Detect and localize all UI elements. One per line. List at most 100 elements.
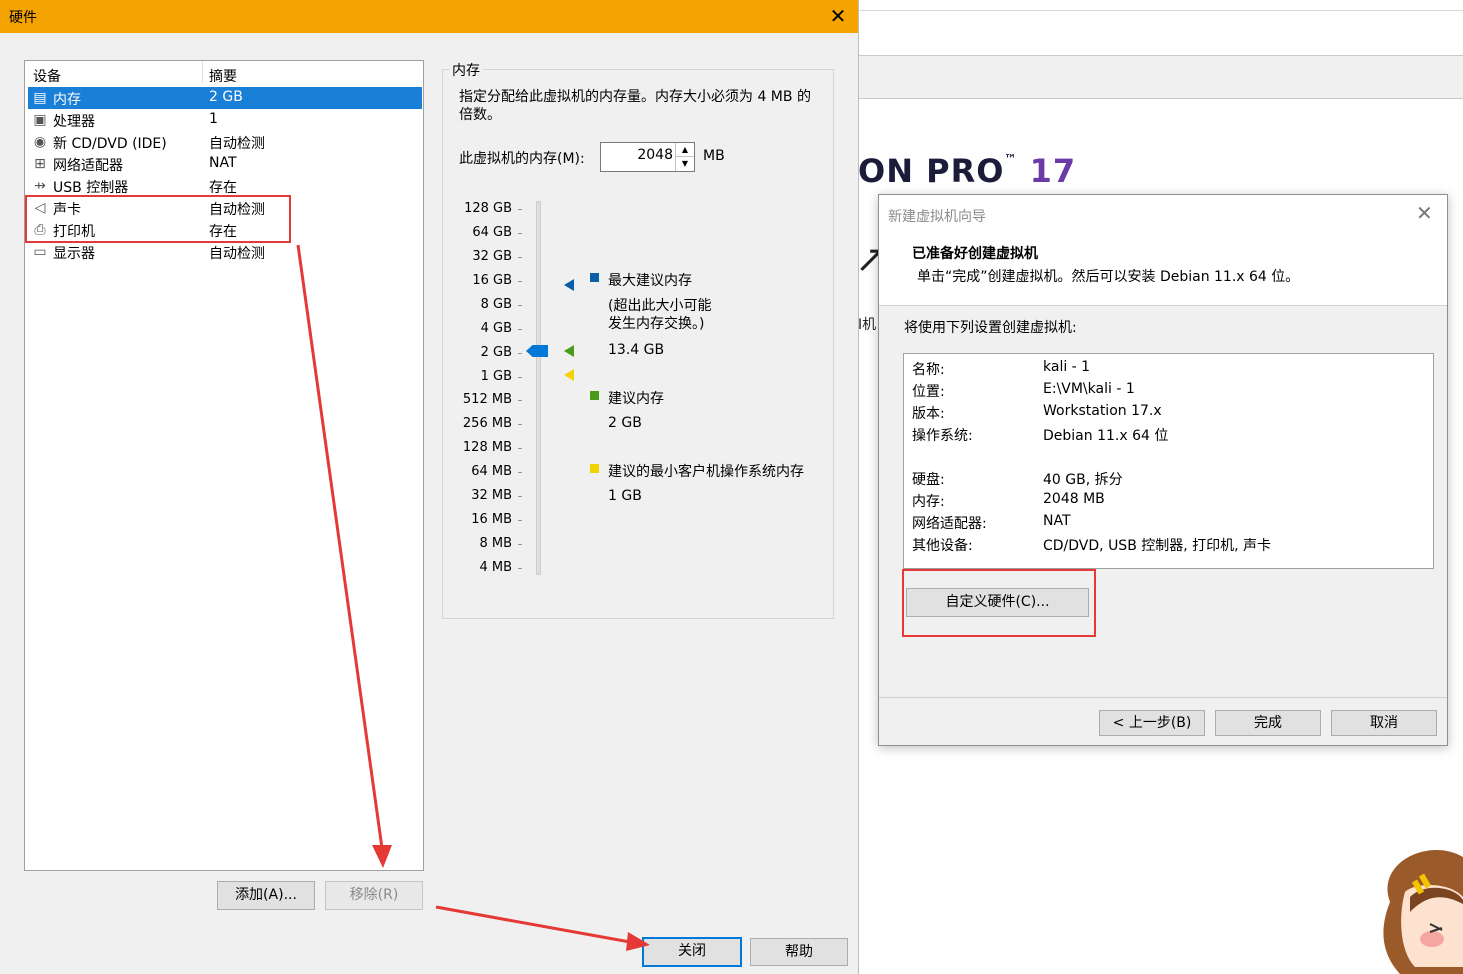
scale-label: 64 GB <box>472 225 512 240</box>
spin-down-icon[interactable]: ▼ <box>676 157 694 170</box>
device-row-network-adapter[interactable]: ⊞ 网络适配器 NAT <box>28 153 422 175</box>
scale-tick <box>518 377 522 378</box>
max-legend-icon <box>590 273 599 282</box>
scale-label: 32 GB <box>472 249 512 264</box>
settings-summary-box: 名称: kali - 1 位置: E:\VM\kali - 1 版本: Work… <box>903 353 1434 569</box>
annotation-box-sound-printer <box>25 195 291 243</box>
setting-value: kali - 1 <box>1043 359 1091 375</box>
new-vm-wizard-dialog: 新建虚拟机向导 ✕ 已准备好创建虚拟机 单击“完成”创建虚拟机。然后可以安装 D… <box>878 194 1448 746</box>
memory-spinbox[interactable]: 2048 ▲ ▼ <box>600 142 695 172</box>
finish-button[interactable]: 完成 <box>1215 710 1321 736</box>
wizard-header: 新建虚拟机向导 ✕ 已准备好创建虚拟机 单击“完成”创建虚拟机。然后可以安装 D… <box>879 195 1447 306</box>
device-row-display[interactable]: ▭ 显示器 自动检测 <box>28 241 422 263</box>
wizard-heading: 已准备好创建虚拟机 <box>912 246 1038 262</box>
wizard-subheading: 单击“完成”创建虚拟机。然后可以安装 Debian 11.x 64 位。 <box>917 269 1300 285</box>
scale-label: 2 GB <box>480 345 512 360</box>
device-row-processor[interactable]: ▣ 处理器 1 <box>28 109 422 131</box>
back-button[interactable]: < 上一步(B) <box>1099 710 1205 736</box>
column-header-device[interactable]: 设备 <box>33 66 61 86</box>
scale-label: 8 GB <box>480 297 512 312</box>
scale-label: 16 GB <box>472 273 512 288</box>
scale-label: 16 MB <box>471 512 512 527</box>
scale-tick <box>518 472 522 473</box>
scale-tick <box>518 209 522 210</box>
max-legend-value: 13.4 GB <box>608 342 665 358</box>
scale-label: 128 MB <box>462 440 512 455</box>
spin-buttons: ▲ ▼ <box>675 143 694 171</box>
scale-tick <box>518 544 522 545</box>
setting-key: 硬盘: <box>912 472 945 488</box>
memory-icon: ▤ <box>33 90 47 106</box>
background-partial-text: I机 <box>858 317 877 333</box>
remove-button[interactable]: 移除(R) <box>325 881 423 910</box>
scale-tick <box>518 568 522 569</box>
setting-key: 位置: <box>912 384 945 400</box>
scale-tick <box>518 400 522 401</box>
setting-value: CD/DVD, USB 控制器, 打印机, 声卡 <box>1043 538 1272 554</box>
setting-key: 其他设备: <box>912 538 973 554</box>
add-button[interactable]: 添加(A)... <box>217 881 315 910</box>
setting-value: NAT <box>1043 513 1071 529</box>
setting-key: 名称: <box>912 362 945 378</box>
processor-icon: ▣ <box>33 112 47 128</box>
device-list[interactable]: 设备 摘要 ▤ 内存 2 GB ▣ 处理器 1 ◉ 新 CD/DVD (IDE)… <box>24 60 424 871</box>
scale-tick <box>518 353 522 354</box>
column-divider[interactable] <box>202 61 203 83</box>
scale-tick <box>518 281 522 282</box>
background-toolbar-band <box>858 55 1463 99</box>
scale-tick <box>518 448 522 449</box>
hardware-dialog-titlebar: 硬件 ✕ <box>0 0 858 33</box>
setting-value: 40 GB, 拆分 <box>1043 472 1123 488</box>
memory-description: 指定分配给此虚拟机的内存量。内存大小必须为 4 MB 的倍数。 <box>459 89 811 123</box>
wizard-footer-divider <box>879 697 1447 698</box>
spin-up-icon[interactable]: ▲ <box>676 143 694 157</box>
hardware-dialog-title: 硬件 <box>9 10 37 26</box>
scale-label: 4 GB <box>480 321 512 336</box>
memory-unit: MB <box>703 148 725 164</box>
scale-label: 64 MB <box>471 464 512 479</box>
setting-value: Workstation 17.x <box>1043 403 1162 419</box>
memory-slider-track[interactable] <box>536 201 541 575</box>
scale-tick <box>518 329 522 330</box>
setting-value: Debian 11.x 64 位 <box>1043 428 1169 444</box>
setting-key: 网络适配器: <box>912 516 987 532</box>
column-header-summary[interactable]: 摘要 <box>209 66 237 86</box>
scale-label: 1 GB <box>480 369 512 384</box>
anime-mascot-image <box>1383 849 1463 974</box>
cancel-button[interactable]: 取消 <box>1331 710 1437 736</box>
recommended-legend-value: 2 GB <box>608 415 642 431</box>
device-row-usb-controller[interactable]: ⇸ USB 控制器 存在 <box>28 175 422 197</box>
help-button[interactable]: 帮助 <box>750 938 848 966</box>
close-button[interactable]: 关闭 <box>642 937 742 967</box>
memory-field-label: 此虚拟机的内存(M): <box>459 151 585 167</box>
network-adapter-icon: ⊞ <box>34 156 46 172</box>
hardware-dialog: 硬件 ✕ 设备 摘要 ▤ 内存 2 GB ▣ 处理器 1 ◉ 新 CD/DVD … <box>0 0 859 974</box>
scale-tick <box>518 496 522 497</box>
setting-value: E:\VM\kali - 1 <box>1043 381 1135 397</box>
recommended-legend-label: 建议内存 <box>608 391 664 407</box>
memory-group-label: 内存 <box>449 60 483 80</box>
max-memory-marker-icon <box>564 279 574 291</box>
recommended-memory-marker-icon <box>564 345 574 357</box>
device-row-memory[interactable]: ▤ 内存 2 GB <box>28 87 422 109</box>
memory-value-input[interactable]: 2048 <box>611 147 673 163</box>
scale-label: 8 MB <box>479 536 512 551</box>
background-top-bar <box>858 0 1463 11</box>
recommended-legend-icon <box>590 391 599 400</box>
close-icon[interactable]: ✕ <box>1416 201 1433 225</box>
device-row-cd-dvd[interactable]: ◉ 新 CD/DVD (IDE) 自动检测 <box>28 131 422 153</box>
scale-label: 512 MB <box>462 392 512 407</box>
scale-label: 256 MB <box>462 416 512 431</box>
setting-value: 2048 MB <box>1043 491 1105 507</box>
scale-tick <box>518 424 522 425</box>
setting-key: 操作系统: <box>912 428 973 444</box>
scale-tick <box>518 257 522 258</box>
display-icon: ▭ <box>33 244 47 260</box>
cd-dvd-icon: ◉ <box>33 134 47 150</box>
close-icon[interactable]: ✕ <box>828 3 848 29</box>
wizard-intro: 将使用下列设置创建虚拟机: <box>904 320 1077 336</box>
setting-key: 版本: <box>912 406 945 422</box>
setting-key: 内存: <box>912 494 945 510</box>
min-legend-icon <box>590 464 599 473</box>
annotation-box-customize <box>902 569 1096 637</box>
